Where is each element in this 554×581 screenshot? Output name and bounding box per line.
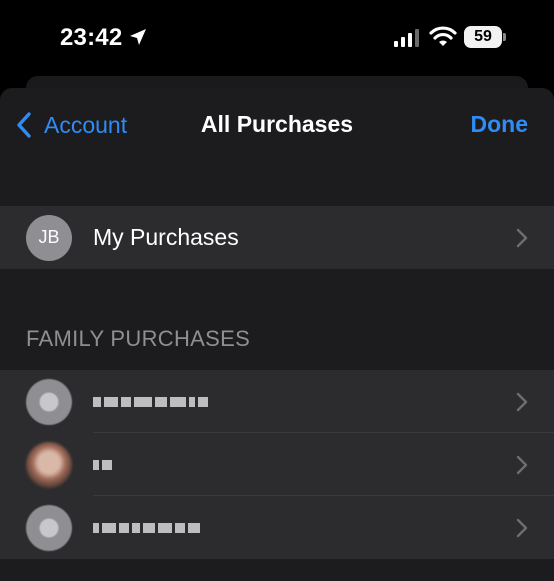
my-purchases-row[interactable]: JB My Purchases: [0, 206, 554, 269]
family-member-row[interactable]: [0, 496, 554, 559]
location-arrow-icon: [130, 29, 146, 45]
chevron-right-icon: [516, 392, 528, 412]
redacted-name: [93, 458, 112, 472]
redacted-name: [93, 395, 208, 409]
chevron-right-icon: [516, 228, 528, 248]
battery-level: 59: [464, 26, 502, 48]
redacted-name: [93, 521, 200, 535]
screen: 23:42 59 Account All Purchases Done JB M…: [0, 0, 554, 581]
family-member-avatar: [26, 378, 72, 425]
family-purchases-header: FAMILY PURCHASES: [26, 326, 251, 351]
cellular-signal-icon: [394, 29, 419, 47]
done-button[interactable]: Done: [471, 111, 529, 138]
status-time: 23:42: [60, 24, 123, 51]
purchases-sheet: Account All Purchases Done JB My Purchas…: [0, 88, 554, 581]
status-bar: 23:42 59: [0, 0, 554, 76]
navigation-bar: Account All Purchases Done: [0, 88, 554, 160]
family-member-avatar: [26, 504, 72, 551]
avatar: JB: [26, 214, 72, 261]
chevron-right-icon: [516, 455, 528, 475]
battery-icon: 59: [464, 26, 506, 48]
chevron-right-icon: [516, 518, 528, 538]
my-purchases-label: My Purchases: [93, 224, 239, 250]
wifi-icon: [429, 26, 457, 46]
family-member-row[interactable]: [0, 433, 554, 496]
family-member-avatar: [26, 441, 72, 488]
family-member-row[interactable]: [0, 370, 554, 433]
battery-cap: [503, 33, 506, 41]
